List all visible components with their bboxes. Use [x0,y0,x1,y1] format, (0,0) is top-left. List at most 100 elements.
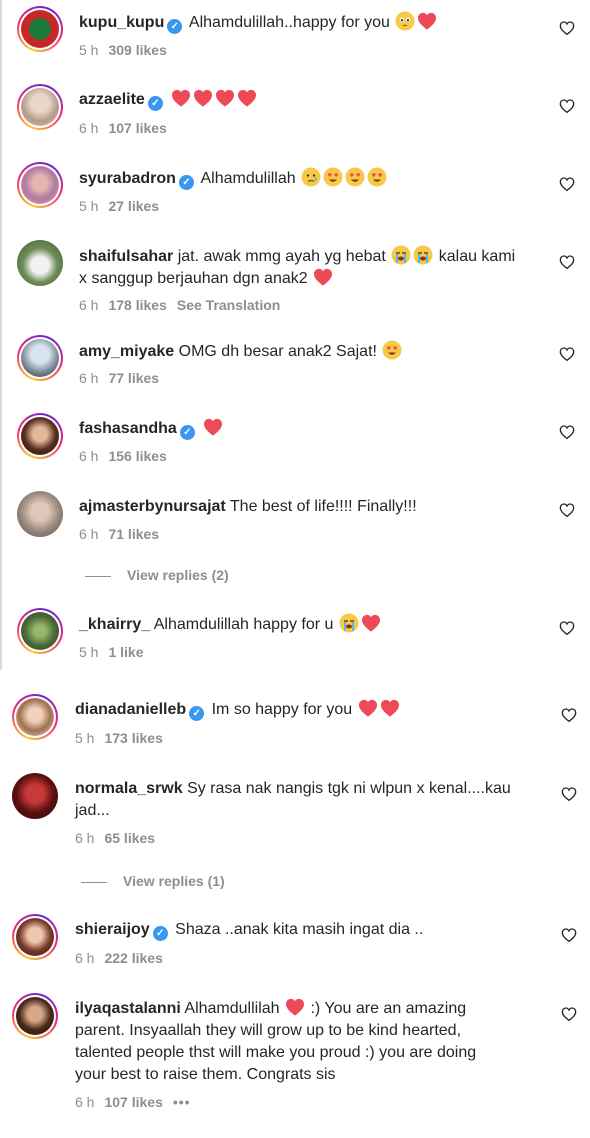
comment-likes[interactable]: 222 likes [104,950,162,966]
comment-text-continued: x sanggup berjauhan dgn anak2 [79,270,308,287]
verified-badge-icon: ✓ [189,706,205,721]
comment-time: 6 h [75,950,95,966]
comment-username[interactable]: shieraijoy [75,921,150,938]
like-heart-icon[interactable] [559,254,575,270]
comment-username[interactable]: ilyaqastalanni [75,1000,181,1017]
comment-text: Im so happy for you [211,701,353,718]
avatar[interactable] [17,162,63,208]
comment-likes[interactable]: 173 likes [104,730,162,746]
loudly-crying-emoji-icon [339,613,359,633]
avatar[interactable] [17,413,63,459]
like-heart-icon[interactable] [561,786,577,802]
red-heart-emoji-icon [361,614,381,632]
like-heart-icon[interactable] [559,620,575,636]
comment-time: 5 h [79,198,99,214]
red-heart-emoji-icon [237,89,257,107]
comment-text-continued: your best to raise them. Congrats sis [75,1066,336,1083]
avatar[interactable] [17,608,63,654]
view-replies-line [81,881,107,883]
comment-text: jat. awak mmg ayah yg hebat [177,248,386,265]
comment-likes[interactable]: 107 likes [108,120,166,136]
avatar[interactable] [17,335,63,381]
comment-likes[interactable]: 65 likes [104,830,155,846]
like-heart-icon[interactable] [561,927,577,943]
verified-badge-icon: ✓ [179,425,195,440]
comment-username[interactable]: shaifulsahar [79,248,173,265]
comment-likes[interactable]: 71 likes [108,526,159,542]
comment-text: Alhamdulillah happy for u [153,616,334,633]
comment-username[interactable]: syurabadron [79,170,176,187]
comment-likes[interactable]: 107 likes [104,1094,162,1110]
comment-username[interactable]: _khairry_ [79,616,150,633]
comment-time: 6 h [75,830,95,846]
thread-indent-line [0,0,2,670]
red-heart-emoji-icon [215,89,235,107]
like-heart-icon[interactable] [561,707,577,723]
like-heart-icon[interactable] [559,98,575,114]
comment-username[interactable]: dianadanielleb [75,701,186,718]
comment-username[interactable]: kupu_kupu [79,14,164,31]
comment-text-continued: kalau kami [438,248,516,265]
avatar[interactable] [12,773,58,819]
view-replies-label: View replies (2) [127,567,229,583]
avatar[interactable] [12,694,58,740]
comment-likes[interactable]: 156 likes [108,448,166,464]
comment-likes[interactable]: 178 likes [108,297,166,313]
comment-time: 6 h [79,526,99,542]
comment-time: 5 h [79,644,99,660]
comment-likes[interactable]: 77 likes [108,370,159,386]
like-heart-icon[interactable] [559,424,575,440]
loudly-crying-emoji-icon [391,245,411,265]
like-heart-icon[interactable] [559,20,575,36]
view-replies-label: View replies (1) [123,873,225,889]
heart-eyes-emoji-icon [382,340,402,360]
like-heart-icon[interactable] [559,346,575,362]
more-options-icon[interactable]: ••• [173,1094,191,1110]
red-heart-emoji-icon [285,998,305,1016]
avatar[interactable] [17,491,63,537]
comment-time: 6 h [75,1094,95,1110]
comment-text-continued: parent. Insyaallah they will grow up to … [75,1022,462,1039]
like-heart-icon[interactable] [559,502,575,518]
comment-text-continued: talented people thst will make you proud… [75,1044,477,1061]
comment-username[interactable]: azzaelite [79,91,145,108]
red-heart-emoji-icon [417,12,437,30]
comment-time: 6 h [79,370,99,386]
avatar[interactable] [12,993,58,1039]
avatar[interactable] [17,84,63,130]
red-heart-emoji-icon [380,699,400,717]
comment-text-continued: :) You are an amazing [310,1000,467,1017]
like-heart-icon[interactable] [561,1006,577,1022]
red-heart-emoji-icon [203,418,223,436]
crying-face-emoji-icon [301,167,321,187]
comment-text: Sy rasa nak nangis tgk ni wlpun x kenal.… [187,780,511,797]
red-heart-emoji-icon [193,89,213,107]
verified-badge-icon: ✓ [167,19,183,34]
see-translation-link[interactable]: See Translation [177,297,280,313]
avatar[interactable] [17,240,63,286]
comment-likes[interactable]: 27 likes [108,198,159,214]
comment-username[interactable]: ajmasterbynursajat [79,498,226,515]
comment-username[interactable]: fashasandha [79,420,177,437]
comment-text-continued: jad... [75,802,110,819]
view-replies-button[interactable]: View replies (1) [81,872,225,890]
view-replies-button[interactable]: View replies (2) [85,566,229,584]
red-heart-emoji-icon [358,699,378,717]
verified-badge-icon: ✓ [178,175,194,190]
comment-username[interactable]: normala_srwk [75,780,183,797]
comment-username[interactable]: amy_miyake [79,343,174,360]
comment-likes[interactable]: 309 likes [108,42,166,58]
comment-text: OMG dh besar anak2 Sajat! [178,343,377,360]
heart-eyes-emoji-icon [323,167,343,187]
loudly-crying-emoji-icon [413,245,433,265]
avatar[interactable] [17,6,63,52]
comment-time: 6 h [79,120,99,136]
comment-time: 5 h [79,42,99,58]
avatar[interactable] [12,914,58,960]
comment-time: 6 h [79,297,99,313]
heart-eyes-emoji-icon [367,167,387,187]
like-heart-icon[interactable] [559,176,575,192]
red-heart-emoji-icon [171,89,191,107]
comment-likes[interactable]: 1 like [108,644,143,660]
comment-text: Alhamdulillah [200,170,296,187]
